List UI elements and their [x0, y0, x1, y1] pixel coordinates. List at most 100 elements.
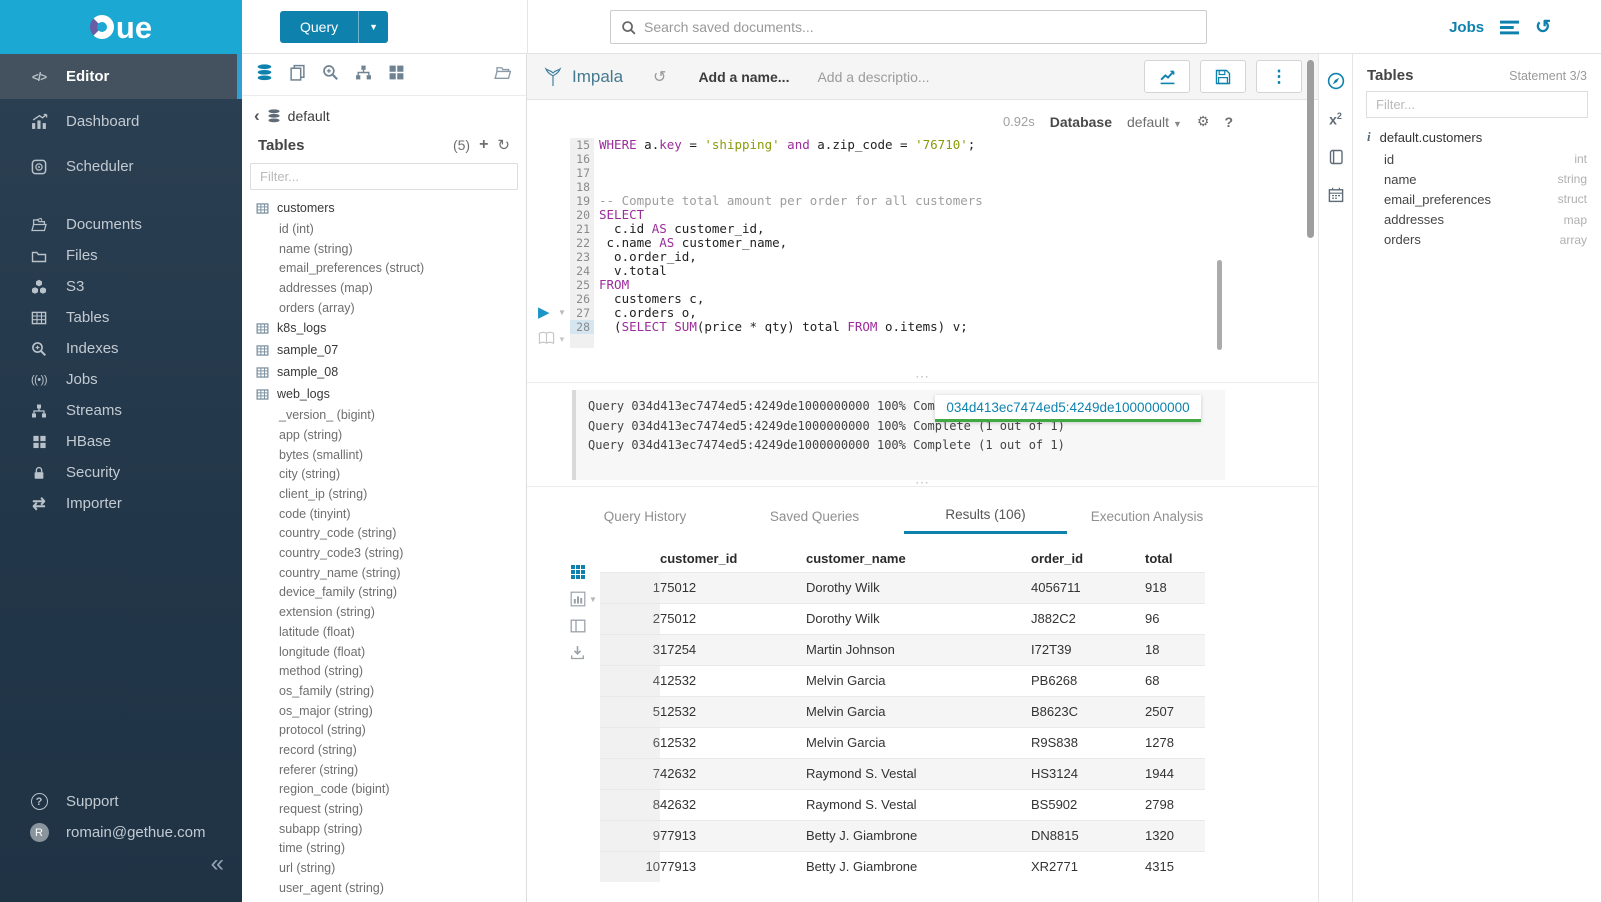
editor-history-icon[interactable]: ↺ [653, 67, 666, 87]
tab-results-106-[interactable]: Results (106) [904, 498, 1067, 534]
query-dropdown-caret[interactable]: ▼ [358, 11, 388, 43]
search-input[interactable] [644, 19, 1196, 35]
sidebar-item-indexes[interactable]: Indexes [0, 333, 242, 364]
resize-handle-bottom[interactable]: ⋯ [527, 478, 1318, 486]
execute-options-caret[interactable]: ▼ [558, 308, 566, 317]
assist-column[interactable]: subapp (string) [242, 819, 526, 839]
assist-column[interactable]: _version_ (bigint) [242, 405, 526, 425]
sidebar-item-tables[interactable]: Tables [0, 302, 242, 333]
sidebar-item-account[interactable]: R romain@gethue.com [0, 817, 242, 848]
save-button[interactable] [1200, 60, 1246, 93]
query-id-popover[interactable]: 034d413ec7474ed5:4249de1000000000 [935, 395, 1201, 422]
chart-view-icon[interactable]: ▼ [570, 591, 597, 607]
assist-column[interactable]: record (string) [242, 740, 526, 760]
collapse-sidebar-button[interactable]: « [211, 850, 224, 878]
right-column-email_preferences[interactable]: email_preferencesstruct [1353, 189, 1601, 209]
assist-column[interactable]: bytes (smallint) [242, 445, 526, 465]
language-reference-icon[interactable] [538, 331, 555, 345]
apps-grid-icon[interactable] [388, 64, 405, 86]
assist-column[interactable]: id (int) [242, 219, 526, 239]
sidebar-item-importer[interactable]: ⇄Importer [0, 488, 242, 519]
main-scrollbar[interactable] [1307, 60, 1314, 238]
sidebar-item-dashboard[interactable]: Dashboard [0, 99, 242, 144]
assist-column[interactable]: orders (array) [242, 298, 526, 318]
back-icon[interactable]: ‹ [254, 106, 260, 126]
assist-column[interactable]: city (string) [242, 465, 526, 485]
assist-column[interactable]: os_family (string) [242, 681, 526, 701]
chart-type-caret[interactable]: ▼ [589, 595, 597, 604]
jobs-list-icon[interactable] [1500, 20, 1519, 35]
assistant-compass-icon[interactable] [1319, 62, 1352, 100]
table-row[interactable]: 412532Melvin GarciaPB626868 [600, 665, 1205, 696]
results-column-header[interactable]: order_id [1031, 546, 1145, 572]
sql-editor[interactable]: WHERE a.key = 'shipping' and a.zip_code … [599, 138, 983, 334]
zoom-in-icon[interactable] [322, 64, 339, 86]
assist-column[interactable]: latitude (float) [242, 622, 526, 642]
assist-column[interactable]: protocol (string) [242, 720, 526, 740]
folder-open-icon[interactable] [493, 64, 512, 86]
add-table-icon[interactable]: + [479, 136, 488, 154]
table-row[interactable]: 512532Melvin GarciaB8623C2507 [600, 696, 1205, 727]
sidebar-item-scheduler[interactable]: Scheduler [0, 144, 242, 189]
sitemap-icon[interactable] [355, 64, 372, 86]
assist-table-sample_08[interactable]: sample_08 [242, 361, 526, 383]
query-button[interactable]: Query [280, 11, 358, 43]
resize-handle-top[interactable]: ⋯ [527, 372, 1318, 380]
table-row[interactable]: 742632Raymond S. VestalHS31241944 [600, 758, 1205, 789]
fixed-columns-icon[interactable] [570, 618, 597, 634]
table-row[interactable]: 612532Melvin GarciaR9S8381278 [600, 727, 1205, 758]
assist-column[interactable]: method (string) [242, 661, 526, 681]
right-column-name[interactable]: namestring [1353, 169, 1601, 189]
tables-filter-input[interactable] [251, 164, 517, 189]
more-actions-button[interactable]: ⋮ [1256, 60, 1302, 93]
language-reference-book-icon[interactable] [1319, 138, 1352, 176]
tab-query-history[interactable]: Query History [585, 498, 705, 534]
query-description-field[interactable]: Add a descriptio... [817, 69, 929, 85]
active-table-row[interactable]: i default.customers [1353, 118, 1601, 149]
sidebar-item-security[interactable]: Security [0, 457, 242, 488]
language-reference-caret[interactable]: ▼ [558, 335, 566, 344]
assist-table-sample_07[interactable]: sample_07 [242, 339, 526, 361]
grid-view-icon[interactable] [570, 564, 597, 580]
tab-saved-queries[interactable]: Saved Queries [752, 498, 877, 534]
assist-column[interactable]: longitude (float) [242, 642, 526, 662]
query-name-field[interactable]: Add a name... [698, 69, 789, 85]
table-row[interactable]: 1077913Betty J. GiambroneXR27714315 [600, 851, 1205, 882]
sidebar-item-support[interactable]: ? Support [0, 786, 242, 817]
query-history-icon[interactable]: ↺ [1535, 16, 1551, 39]
sidebar-item-editor[interactable]: </>Editor [0, 54, 242, 99]
documents-assist-icon[interactable] [289, 64, 306, 86]
right-column-orders[interactable]: ordersarray [1353, 230, 1601, 250]
assist-table-web_logs[interactable]: web_logs [242, 383, 526, 405]
table-row[interactable]: 275012Dorothy WilkJ882C296 [600, 603, 1205, 634]
help-icon[interactable]: ? [1224, 114, 1233, 130]
database-name[interactable]: default [288, 108, 330, 124]
assist-column[interactable]: referer (string) [242, 760, 526, 780]
refresh-icon[interactable]: ↻ [497, 136, 510, 154]
sidebar-item-documents[interactable]: Documents [0, 209, 242, 240]
database-select[interactable]: default ▼ [1127, 114, 1182, 130]
assist-column[interactable]: url (string) [242, 858, 526, 878]
assist-column[interactable]: country_code (string) [242, 524, 526, 544]
assist-column[interactable]: user_agent (string) [242, 878, 526, 898]
assist-table-customers[interactable]: customers [242, 197, 526, 219]
right-column-id[interactable]: idint [1353, 149, 1601, 169]
schedule-calendar-icon[interactable] [1319, 176, 1352, 214]
assist-column[interactable]: addresses (map) [242, 278, 526, 298]
results-column-header[interactable]: customer_name [806, 546, 1031, 572]
assist-column[interactable]: app (string) [242, 425, 526, 445]
table-row[interactable]: 977913Betty J. GiambroneDN88151320 [600, 820, 1205, 851]
table-row[interactable]: 317254Martin JohnsonI72T3918 [600, 634, 1205, 665]
assist-column[interactable]: request (string) [242, 799, 526, 819]
settings-gear-icon[interactable]: ⚙ [1197, 113, 1210, 130]
assist-table-k8s_logs[interactable]: k8s_logs [242, 317, 526, 339]
sidebar-item-streams[interactable]: Streams [0, 395, 242, 426]
download-icon[interactable] [570, 645, 597, 660]
sidebar-item-s3[interactable]: S3 [0, 271, 242, 302]
assist-column[interactable]: client_ip (string) [242, 484, 526, 504]
assist-column[interactable]: device_family (string) [242, 583, 526, 603]
results-column-header[interactable]: total [1145, 546, 1205, 572]
editor-scrollbar[interactable] [1217, 260, 1222, 350]
functions-icon[interactable]: x2 [1319, 100, 1352, 138]
hue-logo[interactable]: ue [0, 0, 242, 54]
